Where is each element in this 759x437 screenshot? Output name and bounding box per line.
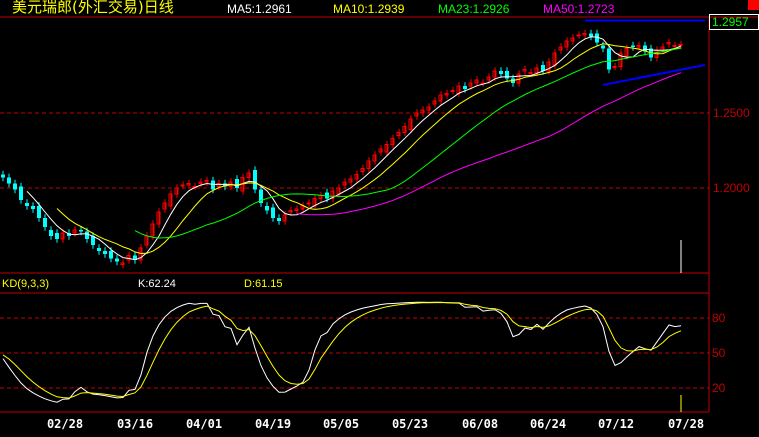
stock-chart[interactable] — [0, 0, 759, 437]
kd-tick-label: 20 — [712, 381, 726, 395]
k-value: K:62.24 — [138, 278, 176, 290]
candle-down — [607, 48, 611, 70]
candle-down — [505, 71, 509, 79]
candle-down — [19, 186, 23, 200]
candle-down — [589, 33, 593, 37]
candle-down — [115, 258, 119, 262]
date-tick: 06/08 — [461, 417, 499, 431]
ma5-line — [26, 36, 682, 261]
candle-down — [7, 177, 11, 184]
candle-up — [306, 202, 311, 205]
candle-down — [499, 71, 503, 75]
date-tick: 07/12 — [597, 417, 635, 431]
candle-up — [450, 90, 455, 93]
date-tick: 04/19 — [254, 417, 292, 431]
candle-down — [31, 205, 35, 209]
kd-tick-label: 50 — [712, 346, 726, 360]
candle-down — [25, 202, 29, 206]
candle-down — [49, 229, 53, 236]
kd-title: KD(9,3,3) — [2, 278, 50, 290]
candle-down — [109, 250, 113, 259]
date-tick: 05/05 — [322, 417, 360, 431]
candle-up — [672, 45, 677, 48]
candle-up — [576, 34, 581, 37]
candle-down — [277, 217, 281, 221]
candle-down — [271, 207, 275, 218]
candle-down — [43, 217, 47, 227]
candle-down — [235, 178, 239, 188]
date-tick: 06/24 — [529, 417, 567, 431]
y-tick-label: 1.2500 — [713, 106, 750, 120]
candle-down — [211, 180, 215, 190]
candle-down — [79, 229, 83, 232]
d-value: D:61.15 — [244, 278, 283, 290]
date-tick: 04/01 — [185, 417, 223, 431]
ma10-line — [56, 43, 682, 255]
date-tick: 02/28 — [46, 417, 84, 431]
candle-down — [631, 45, 635, 48]
candle-down — [37, 205, 41, 218]
y-tick-label: 1.2000 — [713, 181, 750, 195]
candle-down — [463, 86, 467, 90]
candle-down — [97, 247, 101, 251]
candle-down — [85, 231, 89, 239]
candle-down — [55, 232, 59, 239]
candle-up — [528, 72, 533, 75]
candle-down — [103, 250, 107, 254]
date-tick: 05/23 — [391, 417, 429, 431]
date-tick: 03/16 — [116, 417, 154, 431]
candle-down — [265, 205, 269, 211]
candle-down — [13, 183, 17, 190]
candle-down — [601, 45, 605, 49]
k-line — [2, 301, 682, 403]
candle-down — [1, 174, 5, 178]
kd-tick-label: 80 — [712, 311, 726, 325]
trendline — [602, 64, 706, 86]
candle-up — [180, 184, 185, 187]
date-tick: 07/28 — [667, 417, 705, 431]
last-price-box: 1.2957 — [709, 14, 759, 30]
candle-down — [253, 169, 257, 190]
ma23-line — [134, 47, 682, 239]
candle-up — [612, 66, 617, 69]
